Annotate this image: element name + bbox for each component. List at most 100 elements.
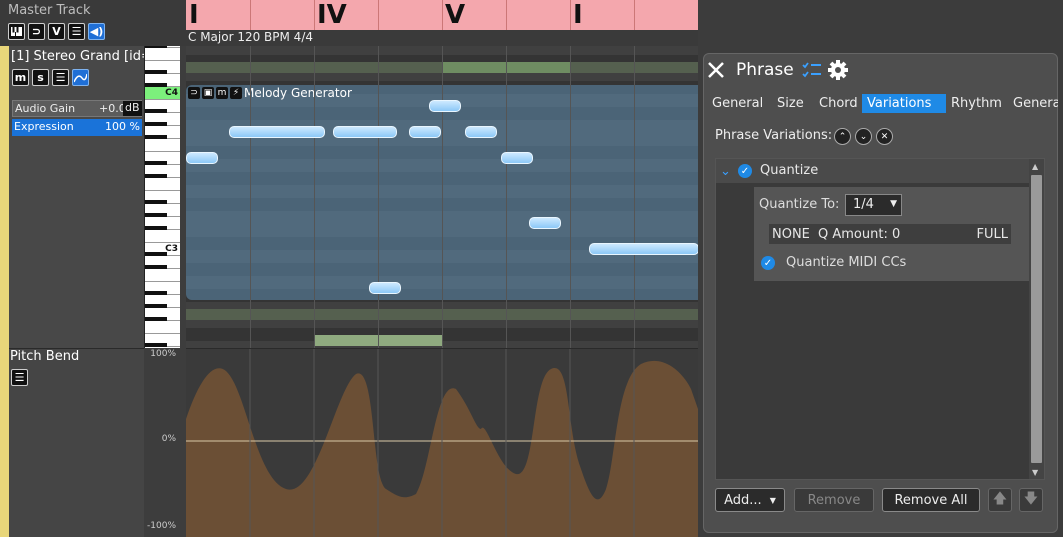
midi-note[interactable] <box>409 126 441 138</box>
mute-button[interactable]: m <box>12 69 29 86</box>
phrase-header[interactable]: ⊃ ▣ m ⚡ Melody Generator <box>188 86 352 100</box>
beat-line <box>314 46 315 348</box>
quantize-to-select[interactable]: 1/4 ▼ <box>845 194 902 216</box>
pitch-bend-scale: 100% 0% -100% <box>144 348 186 537</box>
move-up-icon[interactable]: 🡅 <box>988 488 1012 512</box>
chord-label[interactable]: IV <box>317 0 347 30</box>
piano-roll[interactable]: ⊃ ▣ m ⚡ Melody Generator <box>186 46 698 348</box>
quantize-enabled-check[interactable]: ✓ <box>738 164 752 178</box>
beat-line <box>506 46 507 348</box>
tab-genera[interactable]: Genera <box>1008 94 1058 113</box>
scroll-down-icon[interactable]: ▼ <box>1032 468 1038 477</box>
m-icon[interactable]: m <box>216 87 228 99</box>
midi-note[interactable] <box>465 126 497 138</box>
quantize-item-title: Quantize <box>760 163 819 178</box>
white-key[interactable] <box>145 178 180 191</box>
piano-keyboard[interactable]: C4 C3 <box>144 46 180 348</box>
chord-label[interactable]: V <box>445 0 465 30</box>
remove-all-button[interactable]: Remove All <box>882 488 980 512</box>
panel-title: Phrase <box>736 60 794 80</box>
beat-line <box>442 46 443 348</box>
midi-note[interactable] <box>501 152 533 164</box>
chord-label[interactable]: I <box>189 0 199 30</box>
pitch-bend-lane[interactable] <box>186 348 698 537</box>
phrase-variations-label: Phrase Variations: <box>715 128 833 143</box>
quantize-amount-slider[interactable]: NONE Q Amount: 0 FULL <box>768 223 1012 245</box>
automation-icon[interactable] <box>72 69 89 86</box>
pb-label-mid: 0% <box>161 434 176 444</box>
beat-line <box>250 46 251 348</box>
chord-label[interactable]: I <box>573 0 583 30</box>
loop-icon[interactable]: ⊃ <box>28 23 45 40</box>
collapse-all-icon[interactable]: ⌃ <box>834 128 851 145</box>
white-key[interactable] <box>145 230 180 243</box>
tab-rhythm[interactable]: Rhythm <box>946 94 1007 113</box>
close-icon[interactable] <box>707 61 725 79</box>
midi-note[interactable] <box>529 217 561 229</box>
gear-icon[interactable] <box>827 59 849 81</box>
expression-slider[interactable]: Expression 100 % <box>12 119 142 136</box>
pb-label-bottom: -100% <box>147 521 176 531</box>
lightning-icon[interactable]: ⚡ <box>230 87 242 99</box>
add-button[interactable]: Add... ▼ <box>715 488 785 512</box>
key-tempo-info[interactable]: C Major 120 BPM 4/4 <box>186 30 698 46</box>
chord-track[interactable]: I IV V I <box>186 0 698 30</box>
piano-icon[interactable] <box>8 23 25 40</box>
midi-cc-check[interactable]: ✓ <box>761 256 775 270</box>
tab-chord[interactable]: Chord <box>814 94 863 113</box>
scroll-thumb[interactable] <box>1031 175 1042 463</box>
white-key[interactable] <box>145 321 180 334</box>
pitch-bend-title: Pitch Bend <box>10 349 80 364</box>
expression-label: Expression <box>14 120 74 133</box>
beat-line <box>634 46 635 348</box>
midi-note[interactable] <box>186 152 218 164</box>
remove-button[interactable]: Remove <box>794 488 874 512</box>
midi-note[interactable] <box>333 126 397 138</box>
loop-icon[interactable]: ⊃ <box>188 87 200 99</box>
solo-button[interactable]: s <box>32 69 49 86</box>
pb-label-top: 100% <box>150 349 176 359</box>
checklist-icon[interactable] <box>802 61 822 79</box>
quantize-to-value: 1/4 <box>853 197 874 212</box>
tab-general[interactable]: General <box>707 94 768 113</box>
bar-line <box>378 0 379 30</box>
master-track-title: Master Track <box>8 3 91 18</box>
bar-line <box>506 0 507 30</box>
pitch-bend-header <box>9 348 144 537</box>
speaker-icon[interactable]: ◀) <box>88 23 105 40</box>
lock-icon[interactable]: ▣ <box>202 87 214 99</box>
midi-note[interactable] <box>429 100 461 112</box>
audio-gain-value: +0.0 <box>99 102 126 115</box>
beat-line <box>378 46 379 348</box>
track-buttons: m s ☰ <box>12 69 89 86</box>
audio-gain-slider[interactable]: Audio Gain +0.0 dB <box>12 100 142 117</box>
quantize-midi-cc-label: Quantize MIDI CCs <box>786 255 907 270</box>
key-label: C3 <box>165 244 178 254</box>
pitch-bend-menu[interactable]: ☰ <box>11 369 28 386</box>
scroll-up-icon[interactable]: ▲ <box>1032 162 1038 171</box>
chevron-down-icon[interactable]: ⌄ <box>720 164 731 179</box>
midi-note[interactable] <box>589 243 698 255</box>
midi-note[interactable] <box>369 282 401 294</box>
key-label: C4 <box>165 88 178 98</box>
bar-line <box>570 0 571 30</box>
menu-icon[interactable]: ☰ <box>11 369 28 386</box>
bar-line <box>634 0 635 30</box>
menu-icon[interactable]: ☰ <box>52 69 69 86</box>
menu-icon[interactable]: ☰ <box>68 23 85 40</box>
pitch-bend-curve <box>186 349 698 537</box>
tab-variations[interactable]: Variations <box>862 94 946 113</box>
midi-note[interactable] <box>229 126 325 138</box>
white-key[interactable] <box>145 139 180 152</box>
v-icon[interactable]: V <box>48 23 65 40</box>
dropdown-arrow-icon: ▼ <box>890 199 897 209</box>
mute-icon[interactable]: ✕ <box>876 128 893 145</box>
white-key[interactable] <box>145 269 180 282</box>
add-button-label: Add... <box>724 492 762 508</box>
white-key[interactable] <box>145 48 180 61</box>
expand-all-icon[interactable]: ⌄ <box>855 128 872 145</box>
move-down-icon[interactable]: 🡇 <box>1019 488 1043 512</box>
tab-size[interactable]: Size <box>772 94 809 113</box>
dropdown-arrow-icon: ▼ <box>769 495 776 505</box>
expression-value: 100 % <box>105 120 140 133</box>
